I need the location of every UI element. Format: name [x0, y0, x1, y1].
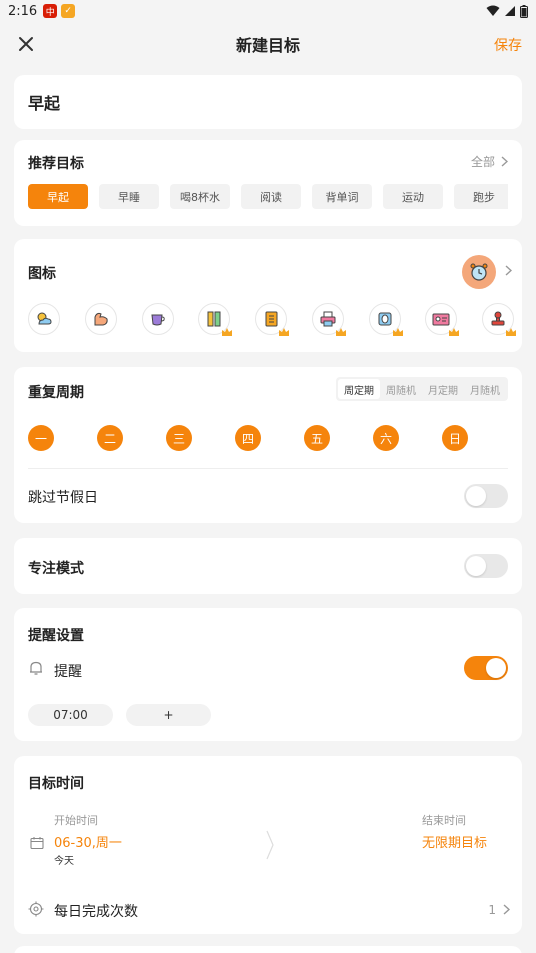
signal-icon [505, 6, 515, 16]
repeat-title: 重复周期 [28, 385, 84, 401]
premium-crown-icon [222, 328, 233, 336]
day-fri[interactable]: 五 [304, 425, 330, 451]
end-time-label: 结束时间 [422, 814, 466, 827]
toggle-knob [486, 658, 506, 678]
printer-icon[interactable] [311, 303, 346, 336]
view-all-label: 全部 [470, 155, 495, 169]
cup-icon[interactable] [141, 303, 174, 335]
day-sat[interactable]: 六 [373, 425, 399, 451]
repeat-mode-segmented: 周定期 周随机 月定期 月随机 [336, 377, 508, 401]
target-icon [28, 901, 44, 917]
icon-title: 图标 [28, 266, 56, 282]
focus-mode-toggle[interactable] [464, 554, 508, 578]
mode-weekly-random[interactable]: 周随机 [380, 379, 422, 399]
focus-title: 专注模式 [28, 561, 84, 577]
chip-early-sleep[interactable]: 早睡 [99, 184, 159, 209]
add-reminder-button[interactable]: + [126, 704, 211, 726]
ruler-pencil-icon[interactable] [198, 303, 233, 336]
status-time: 2:16 [8, 3, 38, 19]
weather-icon[interactable] [28, 303, 60, 335]
reminder-toggle[interactable] [464, 656, 508, 680]
day-thu[interactable]: 四 [235, 425, 261, 451]
chevron-right-icon [501, 156, 508, 167]
close-icon[interactable] [14, 32, 38, 56]
recommend-title: 推荐目标 [28, 156, 84, 172]
goal-name-input[interactable]: 早起 [14, 75, 522, 129]
selected-alarm-clock-icon[interactable] [462, 255, 496, 289]
premium-crown-icon [506, 328, 516, 336]
day-tue[interactable]: 二 [97, 425, 123, 451]
next-card-peek [14, 946, 522, 953]
repeat-card: 重复周期 周定期 周随机 月定期 月随机 一 二 三 四 五 六 日 跳过节假日 [14, 367, 522, 523]
target-time-title: 目标时间 [28, 776, 84, 792]
day-wed[interactable]: 三 [166, 425, 192, 451]
chevron-right-icon[interactable] [503, 904, 510, 915]
skip-holidays-toggle[interactable] [464, 484, 508, 508]
daily-count-value[interactable]: 1 [488, 903, 496, 917]
reminder-time-chip[interactable]: 07:00 [28, 704, 113, 726]
muscle-icon[interactable] [84, 303, 117, 335]
reminder-card: 提醒设置 提醒 07:00 + [14, 608, 522, 741]
page-title: 新建目标 [235, 36, 300, 55]
chip-drink-water[interactable]: 喝8杯水 [170, 184, 230, 209]
wifi-icon [486, 5, 500, 16]
divider [28, 468, 508, 469]
status-bar: 2:16 中 ✓ [0, 0, 536, 22]
reminder-label: 提醒 [54, 664, 82, 680]
save-button[interactable]: 保存 [494, 35, 522, 55]
day-sun[interactable]: 日 [442, 425, 468, 451]
view-all-button[interactable]: 全部 [471, 153, 508, 170]
id-card-icon[interactable] [425, 303, 460, 336]
recommend-card: 推荐目标 全部 早起 早睡 喝8杯水 阅读 背单词 运动 跑步 [14, 140, 522, 226]
bug-icon[interactable] [368, 303, 403, 336]
premium-crown-icon [449, 328, 460, 336]
toggle-knob [466, 486, 486, 506]
premium-crown-icon [392, 328, 403, 336]
chip-exercise[interactable]: 运动 [383, 184, 443, 209]
start-time-sub: 今天 [54, 856, 74, 867]
check-notification-icon: ✓ [61, 4, 76, 18]
day-mon[interactable]: 一 [28, 425, 54, 451]
chevron-right-icon [266, 830, 274, 860]
start-time-value[interactable]: 06-30,周一 [54, 832, 122, 851]
calendar-icon [30, 837, 44, 850]
focus-card: 专注模式 [14, 538, 522, 594]
recommend-chips: 早起 早睡 喝8杯水 阅读 背单词 运动 跑步 [28, 184, 508, 209]
reminder-title: 提醒设置 [28, 628, 84, 644]
top-bar: 新建目标 保存 [0, 22, 536, 66]
daily-count-label: 每日完成次数 [54, 904, 138, 920]
notebook-icon[interactable] [255, 303, 289, 336]
mode-monthly-random[interactable]: 月随机 [464, 379, 506, 399]
chevron-right-icon[interactable] [505, 265, 512, 276]
start-time-label: 开始时间 [54, 814, 98, 827]
mode-weekly-fixed[interactable]: 周定期 [338, 379, 380, 399]
premium-crown-icon [279, 328, 289, 336]
premium-crown-icon [335, 328, 346, 336]
chip-running[interactable]: 跑步 [454, 184, 508, 209]
app-notification-icon: 中 [43, 4, 58, 18]
icon-options [28, 303, 518, 336]
target-time-card: 目标时间 开始时间 06-30,周一 今天 结束时间 无限期目标 每日完成次数 … [14, 756, 522, 934]
skip-holidays-label: 跳过节假日 [28, 490, 98, 506]
weekday-selector: 一 二 三 四 五 六 日 [28, 425, 468, 451]
chip-early-rise[interactable]: 早起 [28, 184, 88, 209]
chip-vocabulary[interactable]: 背单词 [312, 184, 372, 209]
end-time-value[interactable]: 无限期目标 [422, 832, 487, 851]
toggle-knob [466, 556, 486, 576]
battery-icon [520, 4, 528, 18]
stamp-icon[interactable] [482, 303, 516, 336]
bell-icon [30, 661, 42, 675]
icon-card: 图标 [14, 239, 522, 352]
reminder-times: 07:00 + [28, 704, 211, 726]
chip-reading[interactable]: 阅读 [241, 184, 301, 209]
mode-monthly-fixed[interactable]: 月定期 [422, 379, 464, 399]
